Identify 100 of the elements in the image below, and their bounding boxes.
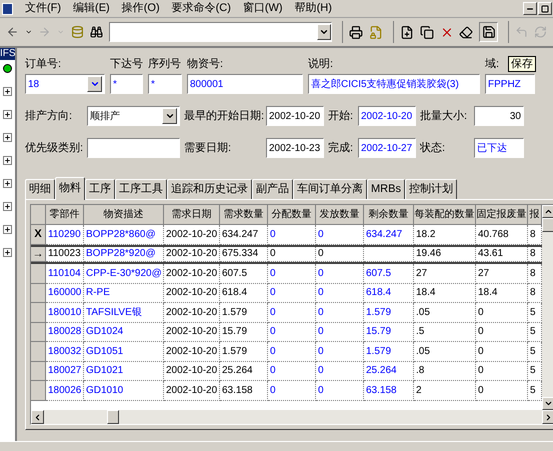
expand-icon[interactable] — [3, 156, 12, 165]
table-row[interactable]: 180027 GD1021 2002-10-20 25.264 0 0 25.264 .8 0 5 — [31, 362, 542, 381]
table-row[interactable]: → 110023 BOPP28*920@ 2002-10-20 675.334 0 0 19.46 43.61 8 — [31, 244, 542, 264]
table-row[interactable]: X 110290 BOPP28*860@ 2002-10-20 634.247 0 0 634.247 18.2 40.768 8 — [31, 225, 542, 244]
scroll-up-icon[interactable] — [544, 207, 553, 216]
menu-item[interactable]: 窗口(W) — [242, 0, 283, 17]
table-cell: 634.247 — [220, 225, 268, 244]
expand-icon[interactable] — [3, 248, 12, 257]
column-header[interactable]: 发放数量 — [316, 205, 364, 225]
row-header[interactable]: → — [31, 246, 46, 262]
input-field[interactable] — [87, 138, 180, 158]
row-header[interactable]: X — [31, 225, 46, 244]
table-cell: 618.4 — [364, 284, 414, 303]
row-header[interactable] — [31, 284, 46, 303]
tab[interactable]: 控制计划 — [404, 179, 457, 199]
column-header[interactable]: 剩余数量 — [364, 205, 414, 225]
input-field[interactable]: 2002-10-23 — [266, 138, 324, 158]
scroll-thumb[interactable] — [542, 218, 553, 232]
expand-icon[interactable] — [3, 87, 12, 96]
combo-box[interactable]: 顺排产 — [87, 106, 180, 126]
copy-icon[interactable] — [420, 24, 434, 40]
database-icon[interactable] — [70, 25, 84, 39]
tab[interactable]: 副产品 — [252, 179, 293, 199]
row-header[interactable] — [31, 303, 46, 322]
eraser-icon[interactable] — [459, 24, 474, 40]
tab[interactable]: 车间订单分离 — [293, 179, 367, 199]
input-field[interactable]: 2002-10-27 — [358, 138, 416, 158]
scroll-thumb[interactable] — [107, 410, 119, 424]
input-field[interactable]: 喜之郎CICI5支特惠促销装胶袋(3) — [308, 74, 480, 94]
minimize-button[interactable] — [523, 2, 537, 15]
input-field[interactable]: 30 — [474, 106, 524, 126]
table-row[interactable]: 110104 CPP-E-30*920@ 2002-10-20 607.5 0 0 607.5 27 27 8 — [31, 264, 542, 284]
menu-item[interactable]: 操作(O) — [122, 0, 160, 17]
expand-icon[interactable] — [3, 133, 12, 142]
tab[interactable]: 工序工具 — [115, 179, 167, 199]
search-icon[interactable] — [90, 25, 103, 39]
input-field[interactable]: 已下达 — [474, 138, 524, 158]
scroll-left-icon[interactable] — [33, 412, 42, 422]
table-row[interactable]: 180032 GD1051 2002-10-20 1.579 0 0 1.579 .05 0 5 — [31, 342, 542, 362]
table-cell: 0 — [268, 342, 316, 362]
table-cell: 0 — [268, 246, 316, 262]
table-cell: GD1010 — [84, 381, 164, 400]
table-cell: 180028 — [46, 322, 84, 342]
save-button[interactable] — [479, 22, 498, 42]
table-cell: 180026 — [46, 381, 84, 400]
scroll-down-icon[interactable] — [544, 399, 553, 408]
input-field[interactable]: 800001 — [187, 74, 303, 94]
row-header[interactable] — [31, 342, 46, 362]
table-cell: 0 — [268, 362, 316, 381]
table-cell: 27 — [476, 264, 528, 284]
vertical-scrollbar[interactable] — [542, 205, 553, 410]
table-row[interactable]: 160000 R-PE 2002-10-20 618.4 0 0 618.4 18.4 18.4 8 — [31, 284, 542, 303]
expand-icon[interactable] — [3, 110, 12, 119]
column-header[interactable]: 报 — [528, 205, 542, 225]
column-header[interactable]: 需求日期 — [164, 205, 220, 225]
input-field[interactable]: 2002-10-20 — [266, 106, 324, 126]
combo-box[interactable]: 18 — [25, 74, 105, 94]
row-header[interactable] — [31, 322, 46, 342]
table-cell: 2002-10-20 — [164, 342, 220, 362]
back-icon[interactable] — [6, 25, 19, 39]
column-header[interactable]: 固定报废量 — [476, 205, 528, 225]
table-row[interactable]: 180026 GD1010 2002-10-20 63.158 0 0 63.158 2 0 5 — [31, 381, 542, 400]
row-header[interactable] — [31, 362, 46, 381]
save-icon — [482, 25, 496, 39]
menu-item[interactable]: 帮助(H) — [294, 0, 332, 17]
input-field[interactable]: * — [110, 74, 143, 94]
column-header[interactable]: 零部件 — [46, 205, 84, 225]
new-document-icon[interactable] — [400, 24, 414, 40]
column-header[interactable]: 需求数量 — [220, 205, 268, 225]
row-header[interactable] — [31, 264, 46, 284]
scroll-right-icon[interactable] — [544, 412, 553, 422]
tab[interactable]: 追踪和历史记录 — [167, 179, 252, 199]
app-icon[interactable] — [2, 2, 13, 14]
menu-item[interactable]: 编辑(E) — [73, 0, 110, 17]
dropdown-button[interactable] — [87, 76, 102, 92]
input-field[interactable]: FPPHZ — [485, 74, 535, 94]
column-header[interactable]: 分配数量 — [268, 205, 316, 225]
expand-icon[interactable] — [3, 225, 12, 234]
table-row[interactable]: 180028 GD1024 2002-10-20 15.79 0 0 15.79 .5 0 5 — [31, 322, 542, 342]
table-row[interactable]: 180010 TAFSILVE银 2002-10-20 1.579 0 0 1.579 .05 0 5 — [31, 303, 542, 322]
menu-item[interactable]: 文件(F) — [25, 0, 62, 17]
tab[interactable]: MRBs — [367, 179, 405, 199]
table-cell: .5 — [414, 322, 476, 342]
search-combo[interactable] — [108, 22, 332, 42]
row-header[interactable] — [31, 381, 46, 400]
horizontal-scrollbar[interactable] — [31, 410, 553, 424]
table-cell: 0 — [316, 246, 364, 262]
expand-icon[interactable] — [3, 202, 12, 211]
input-field[interactable]: 2002-10-20 — [358, 106, 416, 126]
input-field[interactable]: * — [148, 74, 182, 94]
dropdown-button[interactable] — [162, 108, 177, 124]
tab[interactable]: 工序 — [85, 179, 115, 199]
column-header[interactable]: 每装配的数量 — [414, 205, 476, 225]
expand-icon[interactable] — [3, 179, 12, 188]
restore-button[interactable] — [538, 2, 552, 15]
menu-item[interactable]: 要求命令(C) — [172, 0, 231, 17]
tab[interactable]: 物料 — [55, 177, 85, 200]
column-header[interactable]: 物资描述 — [84, 205, 164, 225]
caret-icon[interactable] — [25, 28, 32, 36]
printer-icon[interactable] — [348, 24, 363, 40]
